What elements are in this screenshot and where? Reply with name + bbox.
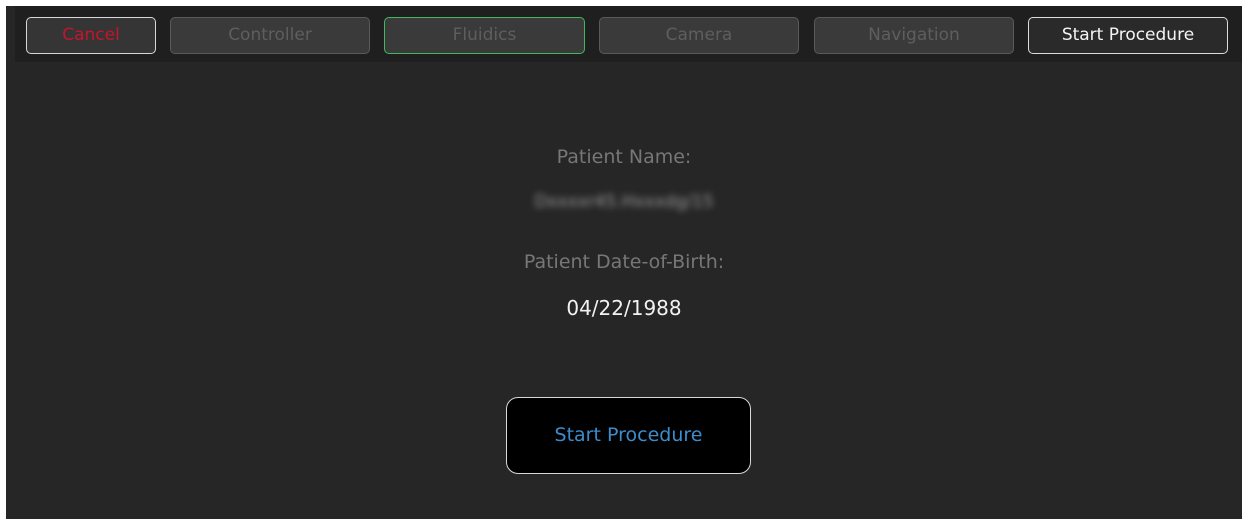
controller-button[interactable]: Controller [170,17,370,54]
patient-name-label: Patient Name: [556,146,692,168]
cancel-button[interactable]: Cancel [26,17,156,54]
fluidics-button[interactable]: Fluidics [384,17,585,54]
navigation-button[interactable]: Navigation [814,17,1014,54]
patient-name-value: Dxxxxr45.Hxxxdg/15 [534,192,714,212]
patient-dob-value: 04/22/1988 [566,296,682,320]
start-procedure-toolbar-button[interactable]: Start Procedure [1028,17,1228,54]
procedure-setup-screen: Cancel Controller Fluidics Camera Naviga… [6,6,1242,519]
start-procedure-button[interactable]: Start Procedure [506,397,751,474]
patient-dob-label: Patient Date-of-Birth: [523,251,725,273]
camera-button[interactable]: Camera [599,17,799,54]
top-toolbar: Cancel Controller Fluidics Camera Naviga… [15,6,1242,62]
